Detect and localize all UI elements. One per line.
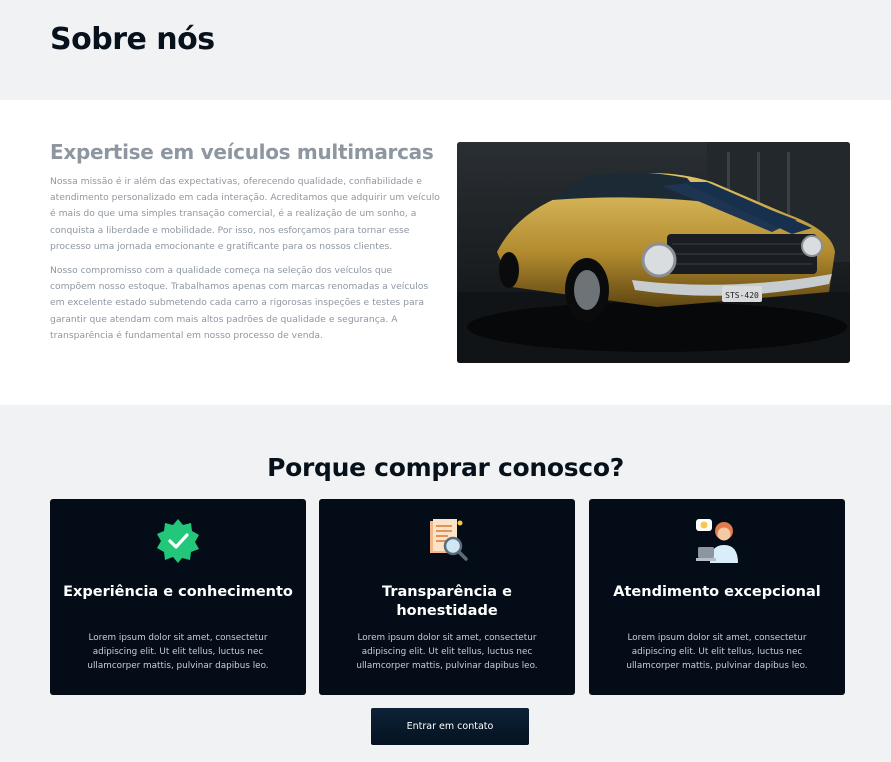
card-title: Atendimento excepcional bbox=[613, 584, 821, 600]
about-text-block: Expertise em veículos multimarcas Nossa … bbox=[50, 140, 440, 352]
about-section: Expertise em veículos multimarcas Nossa … bbox=[0, 100, 891, 405]
card-text: Lorem ipsum dolor sit amet, consectetur … bbox=[626, 633, 808, 671]
support-agent-icon bbox=[694, 517, 740, 563]
card-title: Transparência e honestidade bbox=[382, 584, 512, 619]
car-photo: STS-420 bbox=[457, 142, 850, 363]
page-title: Sobre nós bbox=[50, 22, 215, 57]
about-paragraph-1: Nossa missão é ir além das expectativas,… bbox=[50, 176, 440, 252]
license-plate: STS-420 bbox=[725, 291, 759, 300]
about-paragraph-2: Nosso compromisso com a qualidade começa… bbox=[50, 265, 429, 341]
about-heading: Expertise em veículos multimarcas bbox=[50, 140, 434, 164]
document-search-icon bbox=[424, 517, 470, 563]
page-header: Sobre nós bbox=[0, 0, 891, 100]
contact-button[interactable]: Entrar em contato bbox=[371, 708, 529, 745]
card-text: Lorem ipsum dolor sit amet, consectetur … bbox=[87, 633, 269, 671]
card-text: Lorem ipsum dolor sit amet, consectetur … bbox=[356, 633, 538, 671]
verified-badge-icon bbox=[155, 517, 201, 563]
feature-card-transparency: Transparência e honestidade Lorem ipsum … bbox=[319, 499, 575, 695]
card-title: Experiência e conhecimento bbox=[63, 584, 293, 600]
why-section: Porque comprar conosco? Experiência e co… bbox=[0, 405, 891, 762]
why-title: Porque comprar conosco? bbox=[267, 453, 624, 482]
feature-card-experience: Experiência e conhecimento Lorem ipsum d… bbox=[50, 499, 306, 695]
feature-card-service: Atendimento excepcional Lorem ipsum dolo… bbox=[589, 499, 845, 695]
